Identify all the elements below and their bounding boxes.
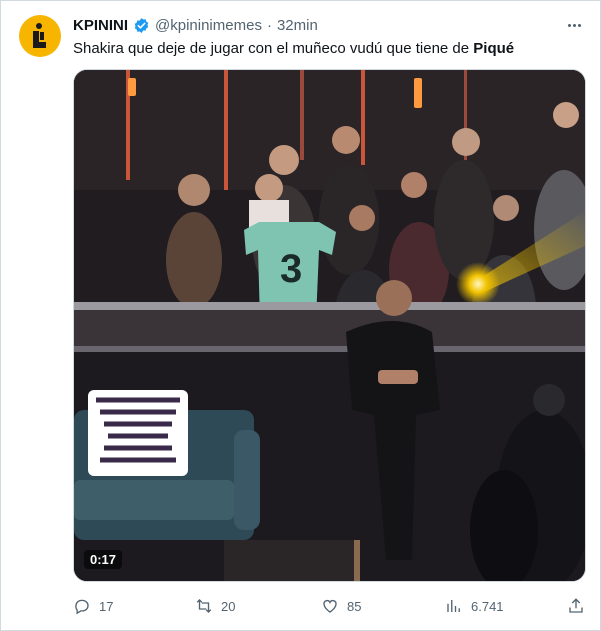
retweet-button[interactable]: 20 [195, 595, 235, 617]
separator-dot: · [266, 16, 272, 34]
retweet-icon [196, 599, 212, 613]
tweet-text-main: Shakira que deje de jugar con el muñeco … [73, 40, 474, 57]
analytics-icon [447, 600, 460, 612]
tweet-text: Shakira que deje de jugar con el muñeco … [73, 39, 514, 59]
like-count: 85 [347, 598, 362, 614]
jersey-number: 3 [280, 247, 302, 291]
views-button[interactable]: 6.741 [445, 595, 504, 617]
reply-icon [75, 599, 89, 615]
action-bar: 17 20 85 6.741 [73, 595, 586, 617]
heart-icon [323, 599, 337, 613]
verified-badge-icon [134, 17, 149, 33]
tweet-card[interactable]: KPININI @kpininimemes · 32min Shakira qu… [0, 0, 601, 631]
like-button[interactable]: 85 [321, 595, 361, 617]
striped-pillow [88, 390, 188, 476]
kpinini-logo-icon [33, 23, 46, 48]
author-name[interactable]: KPININI [73, 17, 128, 34]
avatar[interactable] [19, 15, 61, 57]
video-duration: 0:17 [84, 550, 123, 569]
reply-count: 17 [99, 598, 114, 614]
retweet-count: 20 [221, 598, 236, 614]
video-player[interactable]: 3 0:17 [73, 69, 586, 582]
tweet-text-bold: Piqué [473, 40, 515, 57]
view-count: 6.741 [471, 598, 504, 614]
tweet-timestamp[interactable]: 32min [277, 17, 318, 34]
tweet-header: KPININI @kpininimemes · 32min [73, 15, 318, 35]
more-options-icon[interactable] [564, 17, 584, 33]
video-frame: 3 [74, 70, 585, 581]
reply-button[interactable]: 17 [73, 595, 113, 617]
share-button[interactable] [567, 595, 585, 617]
share-icon [569, 598, 583, 613]
author-handle[interactable]: @kpininimemes [155, 17, 262, 34]
